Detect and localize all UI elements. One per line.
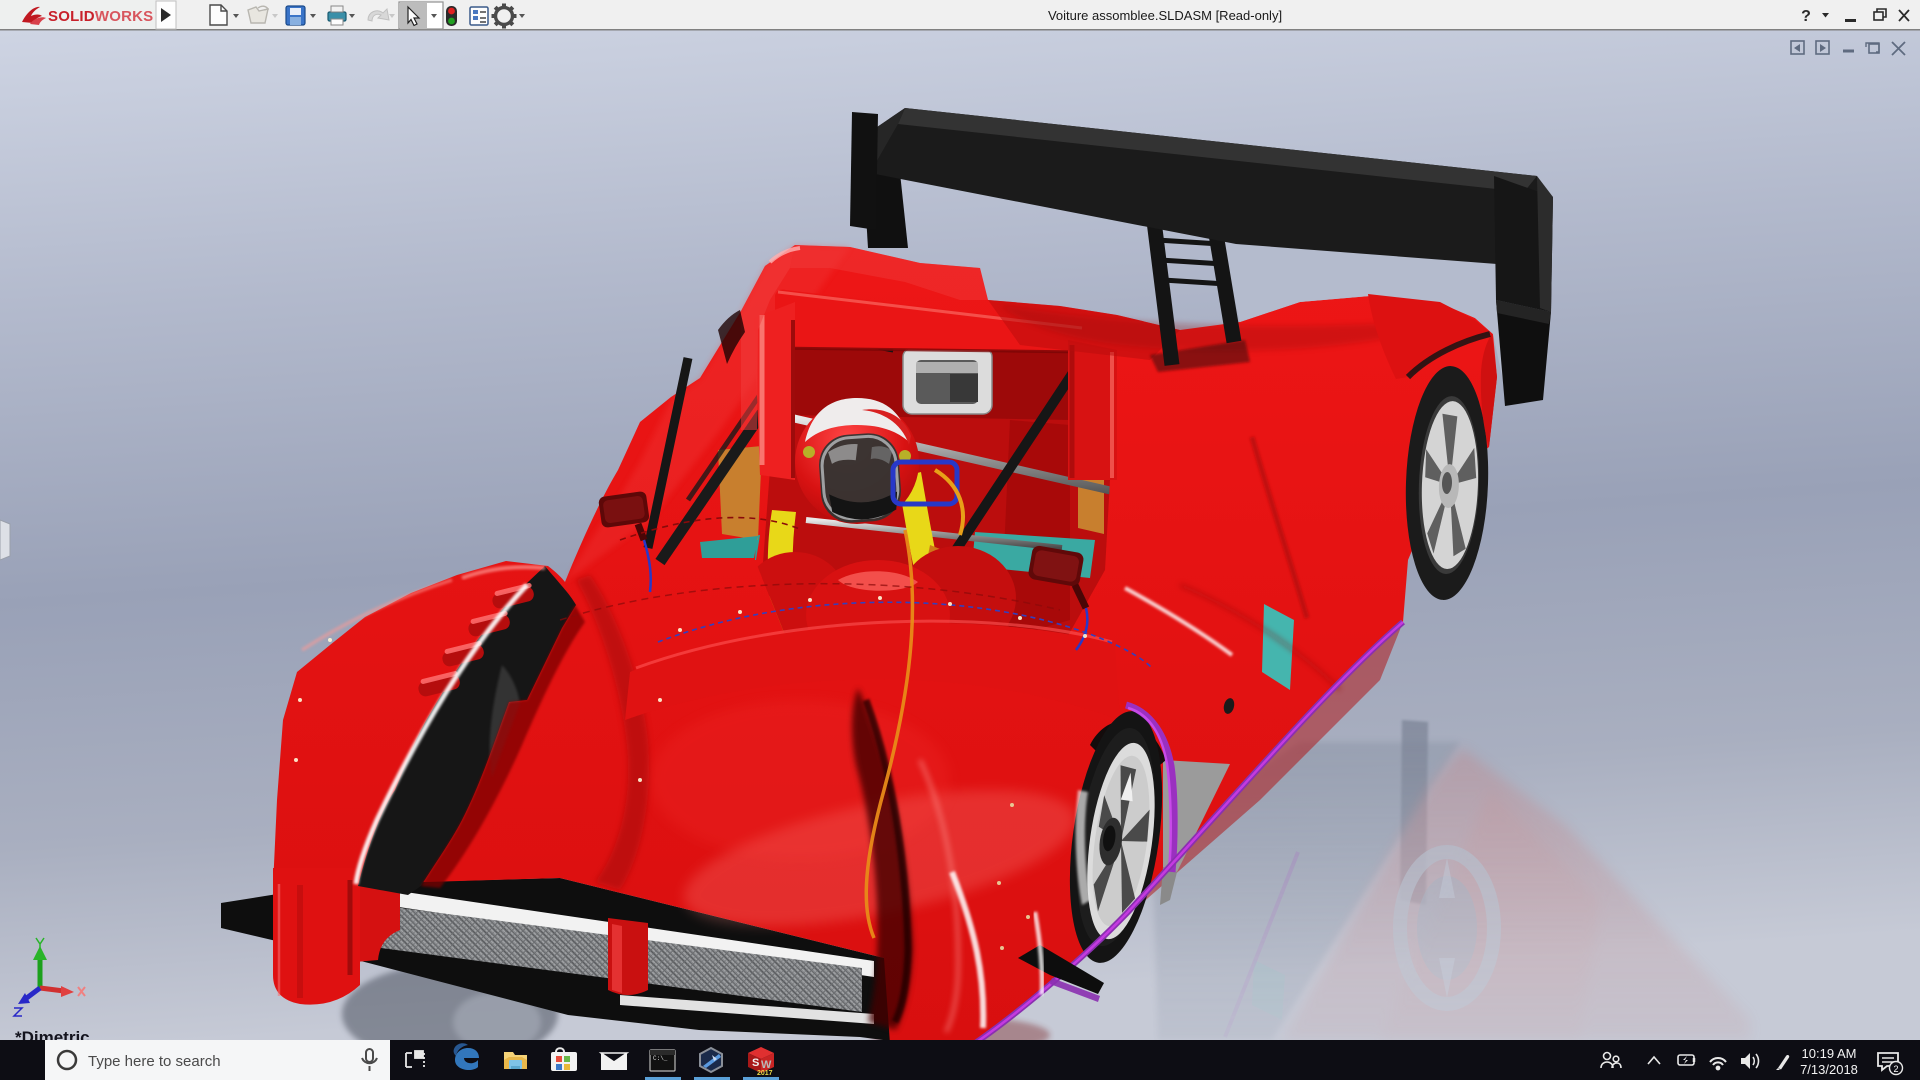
svg-text:SOLIDWORKS: SOLIDWORKS: [48, 8, 153, 25]
svg-text:Voiture assomblee.SLDASM [Read: Voiture assomblee.SLDASM [Read-only]: [1048, 8, 1282, 23]
svg-text:C:\_: C:\_: [653, 1055, 668, 1062]
svg-text:S: S: [752, 1057, 759, 1069]
svg-text:2017: 2017: [757, 1070, 773, 1077]
svg-text:10:19 AM: 10:19 AM: [1802, 1046, 1857, 1061]
svg-text:Type here to search: Type here to search: [88, 1053, 221, 1070]
svg-text:?: ?: [1801, 8, 1811, 25]
svg-text:7/13/2018: 7/13/2018: [1800, 1062, 1858, 1077]
svg-text:2: 2: [1893, 1064, 1898, 1074]
